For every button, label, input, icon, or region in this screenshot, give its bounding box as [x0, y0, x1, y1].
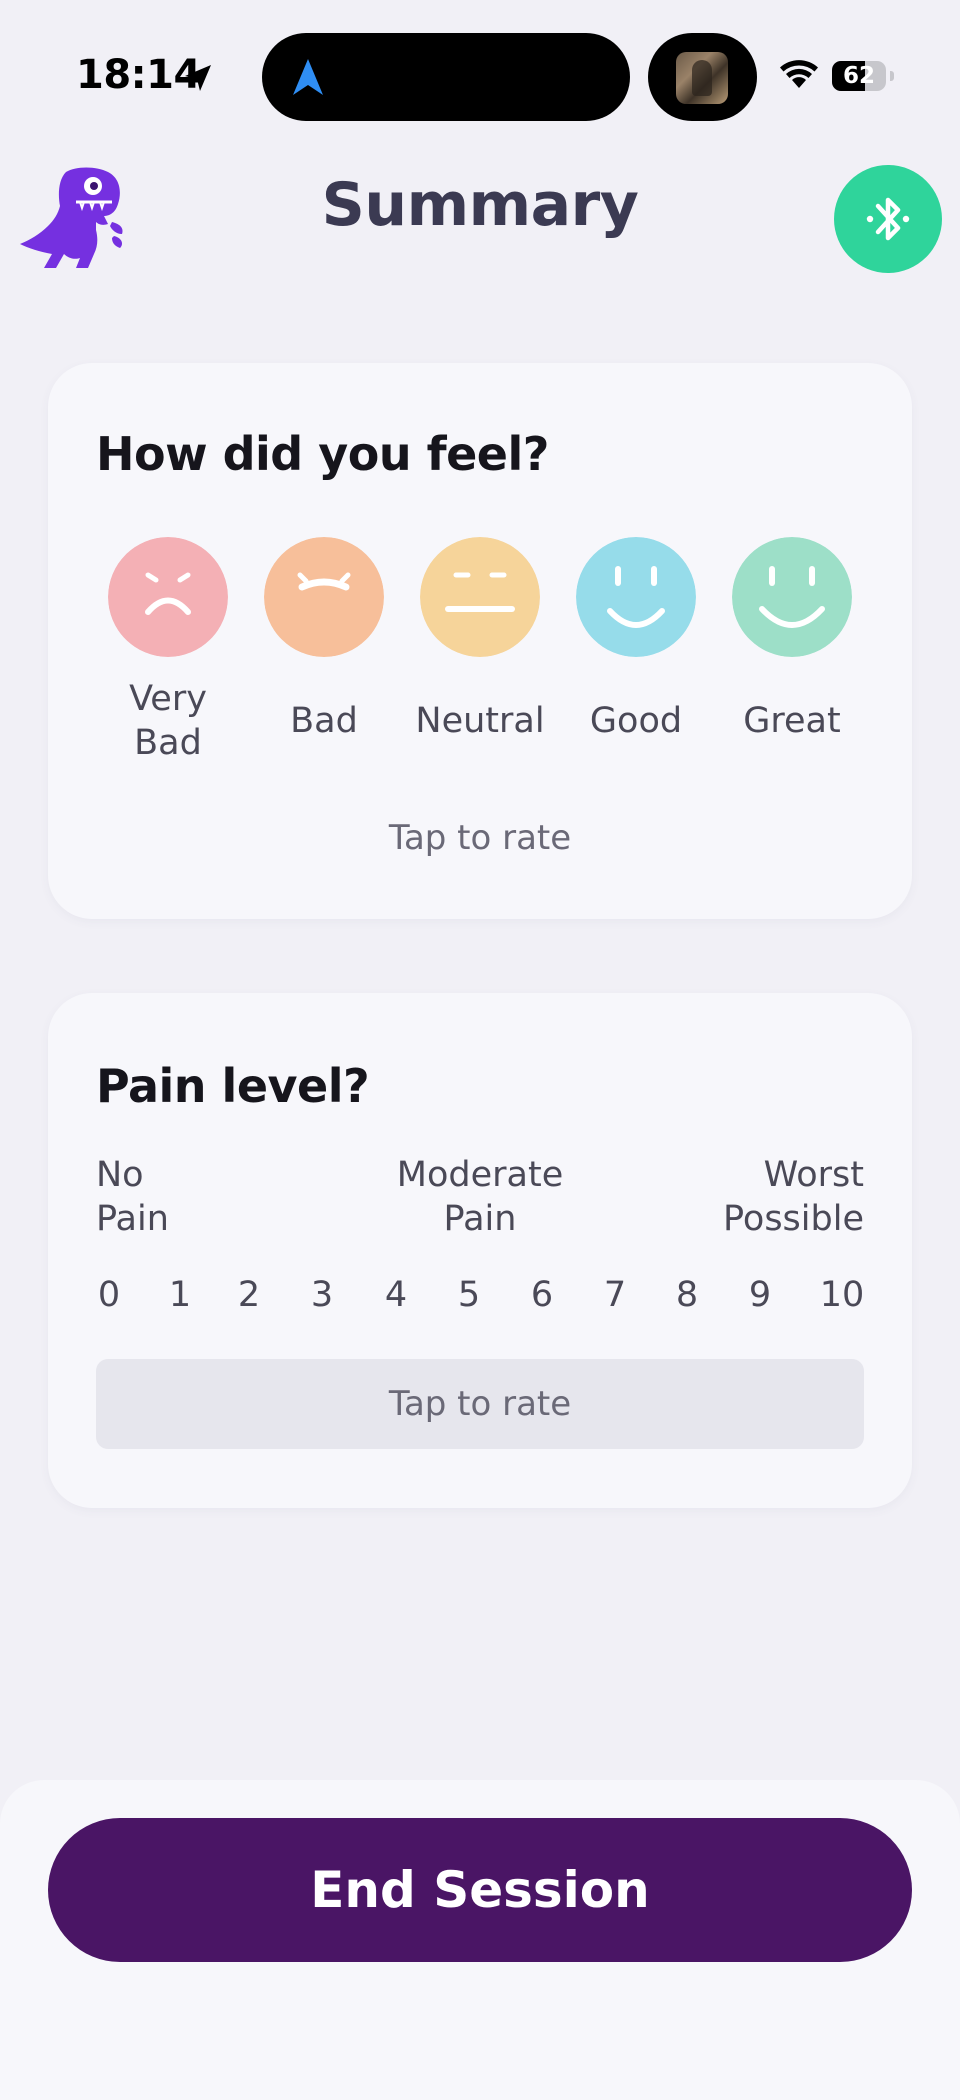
bad-face-icon [264, 537, 384, 657]
pain-scale: 0 1 2 3 4 5 6 7 8 9 10 [96, 1275, 864, 1319]
feel-card-title: How did you feel? [96, 427, 549, 481]
pain-anchor-moderate: Moderate Pain [396, 1155, 564, 1239]
battery-percent: 62 [842, 63, 875, 89]
bluetooth-button[interactable] [834, 165, 942, 273]
pain-scale-value[interactable]: 7 [604, 1275, 626, 1315]
pain-scale-value[interactable]: 3 [311, 1275, 333, 1315]
mood-option-great[interactable]: Great [717, 537, 867, 743]
pain-scale-value[interactable]: 5 [458, 1275, 480, 1315]
feel-card: How did you feel? Very Bad Bad Neutral G… [48, 363, 912, 919]
navigation-arrow-icon [293, 59, 323, 95]
great-face-icon [732, 537, 852, 657]
mood-label: Good [589, 701, 683, 741]
now-playing-island[interactable] [648, 33, 757, 121]
pain-scale-value[interactable]: 6 [531, 1275, 553, 1315]
wifi-icon [780, 60, 818, 88]
pain-card-title: Pain level? [96, 1059, 370, 1113]
good-face-icon [576, 537, 696, 657]
status-bar: 18:14 62 [0, 0, 960, 150]
mood-label: Great [743, 701, 841, 741]
pain-anchor-no-pain: No Pain [96, 1155, 169, 1239]
mood-label: Bad [290, 701, 358, 741]
pain-card: Pain level? No Pain Moderate Pain Worst … [48, 993, 912, 1508]
end-session-button[interactable]: End Session [48, 1818, 912, 1962]
mood-option-bad[interactable]: Bad [249, 537, 399, 743]
feel-tap-hint: Tap to rate [388, 818, 572, 858]
neutral-face-icon [420, 537, 540, 657]
pain-scale-value[interactable]: 2 [238, 1275, 260, 1315]
pain-rate-slider[interactable]: Tap to rate [96, 1359, 864, 1449]
mood-label: Very Bad [129, 679, 207, 763]
pain-scale-value[interactable]: 8 [676, 1275, 698, 1315]
pain-scale-value[interactable]: 4 [385, 1275, 407, 1315]
pain-scale-value[interactable]: 9 [749, 1275, 771, 1315]
very-bad-face-icon [108, 537, 228, 657]
media-thumbnail [676, 52, 728, 104]
mood-label: Neutral [415, 701, 545, 741]
pain-scale-value[interactable]: 0 [98, 1275, 120, 1315]
battery-indicator: 62 [832, 61, 894, 91]
location-arrow-icon [185, 65, 211, 91]
mood-option-very-bad[interactable]: Very Bad [93, 537, 243, 765]
mood-option-neutral[interactable]: Neutral [405, 537, 555, 743]
bluetooth-icon [866, 197, 910, 241]
mood-option-good[interactable]: Good [561, 537, 711, 743]
dynamic-island[interactable] [262, 33, 630, 121]
pain-anchor-worst: Worst Possible [723, 1155, 864, 1239]
pain-scale-value[interactable]: 10 [820, 1275, 865, 1315]
page-title: Summary [321, 170, 639, 240]
pain-scale-value[interactable]: 1 [169, 1275, 191, 1315]
